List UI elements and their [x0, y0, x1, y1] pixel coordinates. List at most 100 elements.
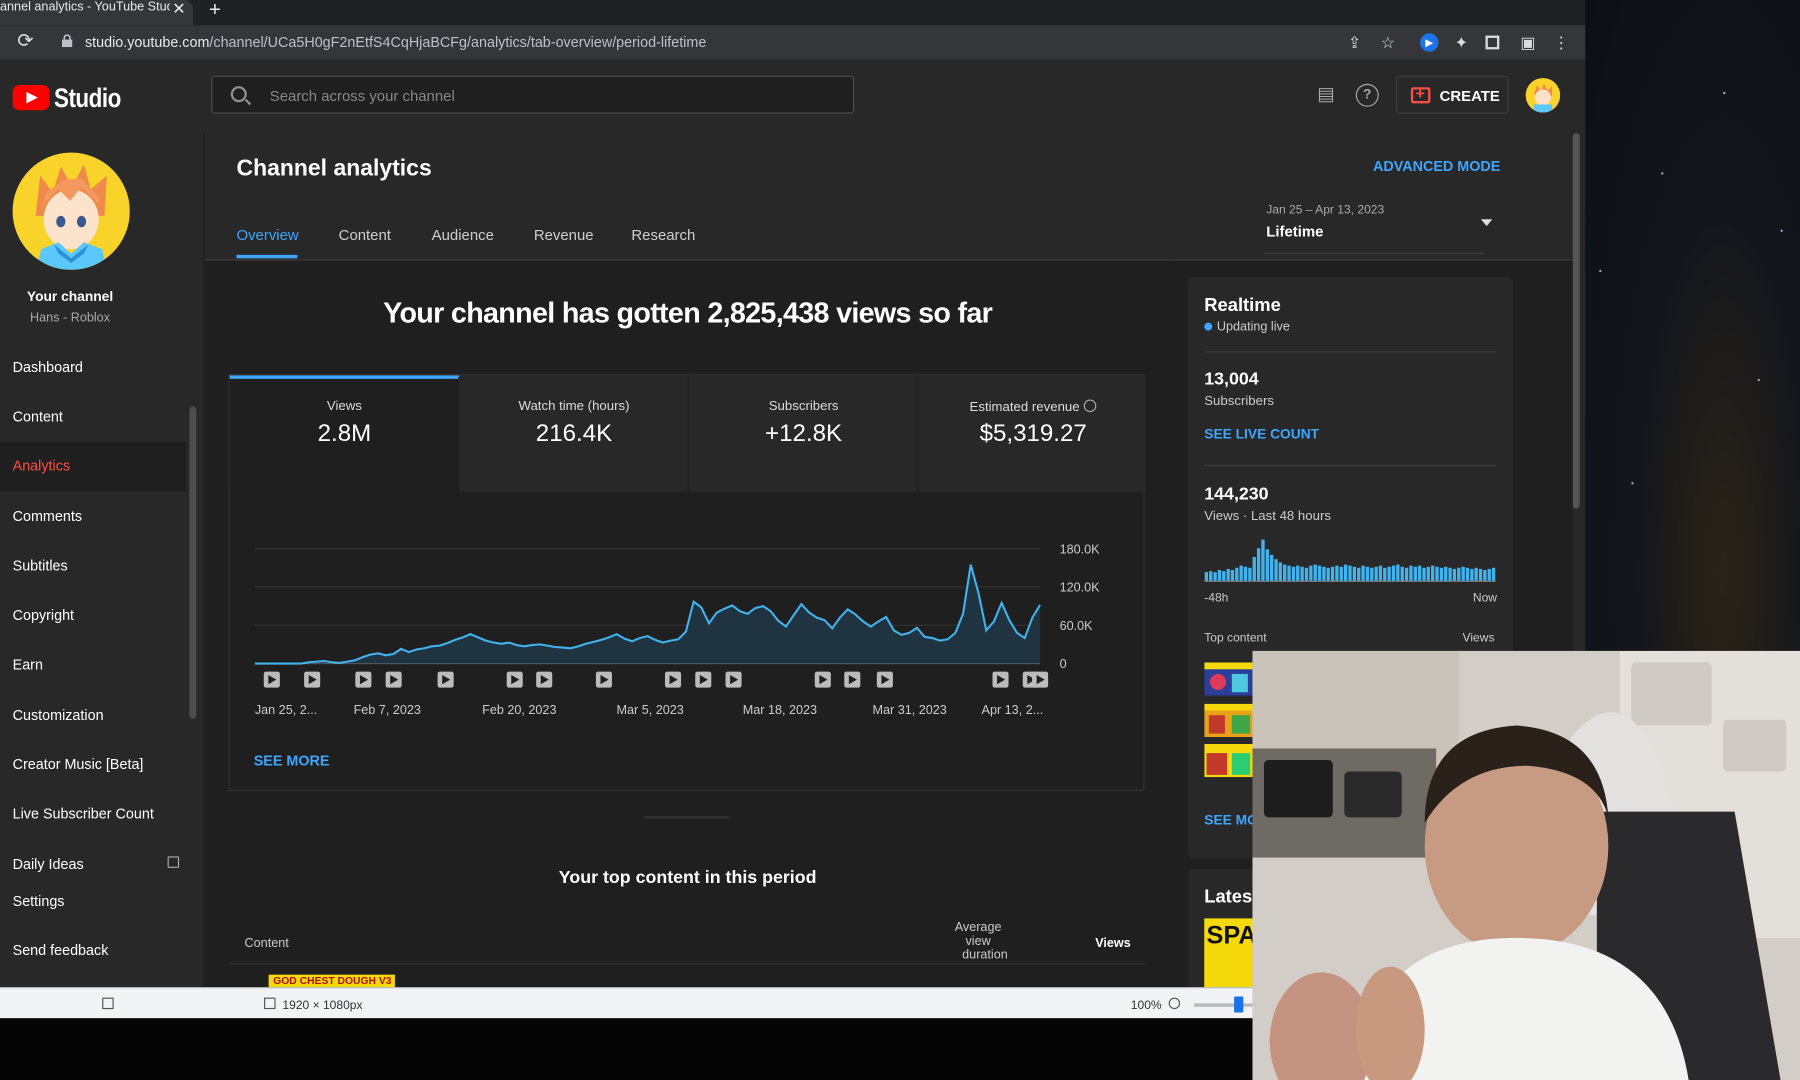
close-icon[interactable]: ✕ [172, 0, 185, 18]
realtime-bar[interactable] [1444, 566, 1448, 581]
realtime-bar[interactable] [1274, 559, 1278, 581]
studio-logo[interactable]: Studio [12, 83, 151, 113]
realtime-bar[interactable] [1383, 567, 1387, 581]
sidebar-item-customization[interactable]: Customization [0, 691, 186, 740]
sidebar-item-settings[interactable]: Settings [0, 877, 186, 926]
realtime-bar[interactable] [1387, 566, 1391, 581]
realtime-bar[interactable] [1339, 566, 1343, 581]
realtime-bar[interactable] [1452, 568, 1457, 581]
realtime-bar[interactable] [1461, 566, 1465, 581]
realtime-bar[interactable] [1470, 568, 1474, 581]
realtime-bar[interactable] [1361, 565, 1365, 581]
realtime-bar[interactable] [1261, 539, 1265, 581]
realtime-bar[interactable] [1426, 566, 1430, 581]
realtime-bar[interactable] [1409, 565, 1413, 581]
realtime-bar[interactable] [1430, 565, 1435, 581]
realtime-bar[interactable] [1348, 565, 1352, 581]
realtime-bar[interactable] [1422, 567, 1426, 581]
realtime-bar[interactable] [1248, 567, 1252, 581]
realtime-bar[interactable] [1413, 566, 1417, 581]
help-icon[interactable]: ? [1355, 83, 1379, 107]
realtime-bar[interactable] [1239, 565, 1243, 581]
url-field[interactable]: studio.youtube.com/channel/UCa5H0gF2nEtf… [85, 34, 706, 50]
tab-overview[interactable]: Overview [236, 226, 298, 243]
tab-content[interactable]: Content [339, 226, 391, 243]
realtime-bar[interactable] [1357, 567, 1361, 581]
see-more-button[interactable]: SEE MORE [254, 753, 330, 769]
realtime-bar[interactable] [1252, 557, 1256, 581]
realtime-bar[interactable] [1439, 567, 1444, 581]
realtime-bar[interactable] [1291, 566, 1296, 581]
sidebar-item-analytics[interactable]: Analytics [0, 441, 186, 492]
realtime-bar[interactable] [1313, 564, 1317, 581]
realtime-bar[interactable] [1335, 565, 1339, 581]
create-button[interactable]: CREATE [1395, 75, 1509, 114]
realtime-bar[interactable] [1374, 566, 1378, 581]
advanced-mode-button[interactable]: ADVANCED MODE [1373, 158, 1500, 174]
realtime-bar[interactable] [1322, 566, 1326, 581]
extension-icon[interactable]: ▶ [1420, 33, 1439, 52]
metric-estimated-revenue[interactable]: Estimated revenue $5,319.27 [918, 375, 1146, 492]
menu-icon[interactable]: ⋮ [1552, 33, 1570, 51]
realtime-bar[interactable] [1465, 567, 1470, 581]
realtime-bar[interactable] [1365, 566, 1370, 581]
realtime-bar[interactable] [1265, 549, 1269, 581]
video-thumbnail[interactable]: GOD CHEST DOUGH V3 [268, 974, 395, 988]
reload-icon[interactable]: ⟳ [17, 30, 33, 53]
star-icon[interactable]: ☆ [1379, 33, 1397, 51]
realtime-bar[interactable] [1209, 571, 1213, 581]
realtime-bar[interactable] [1283, 564, 1287, 581]
channel-avatar[interactable] [12, 152, 130, 270]
sidebar-item-live-subscriber-count[interactable]: Live Subscriber Count [0, 790, 186, 839]
realtime-bar[interactable] [1378, 565, 1383, 581]
realtime-bar[interactable] [1343, 564, 1348, 581]
realtime-bar[interactable] [1204, 572, 1209, 581]
zoom-out-icon[interactable] [1168, 997, 1181, 1010]
browser-tab[interactable]: annel analytics - YouTube Studio ✕ [0, 0, 193, 26]
sidebar-item-send-feedback[interactable]: Send feedback [0, 926, 186, 975]
realtime-bar[interactable] [1217, 569, 1222, 581]
zoom-slider-knob[interactable] [1234, 996, 1244, 1013]
video-thumbnail[interactable] [1204, 703, 1255, 738]
sidebar-item-creator-music[interactable]: Creator Music [Beta] [0, 740, 186, 789]
sidepanel-icon[interactable] [1485, 35, 1500, 50]
see-live-count-button[interactable]: SEE LIVE COUNT [1204, 426, 1319, 442]
search-box[interactable] [211, 75, 855, 114]
sidebar-item-content[interactable]: Content [0, 393, 186, 442]
realtime-bar[interactable] [1300, 566, 1304, 581]
realtime-bar[interactable] [1213, 572, 1217, 581]
sidebar-item-dashboard[interactable]: Dashboard [0, 343, 186, 392]
video-thumbnail[interactable] [1204, 743, 1255, 778]
puzzle-icon[interactable]: ✦ [1452, 33, 1470, 51]
main-scrollbar[interactable] [1572, 133, 1580, 509]
profile-icon[interactable]: ▣ [1519, 33, 1537, 51]
realtime-bar[interactable] [1478, 568, 1483, 581]
realtime-bar[interactable] [1330, 566, 1335, 581]
realtime-bar[interactable] [1256, 548, 1261, 581]
tab-audience[interactable]: Audience [432, 226, 494, 243]
realtime-bar[interactable] [1400, 566, 1404, 581]
realtime-bar[interactable] [1309, 565, 1313, 581]
sidebar-item-copyright[interactable]: Copyright [0, 591, 186, 640]
realtime-bar[interactable] [1243, 566, 1248, 581]
realtime-bar[interactable] [1278, 562, 1282, 581]
realtime-bar[interactable] [1270, 554, 1274, 581]
metric-subscribers[interactable]: Subscribers +12.8K [688, 375, 919, 492]
realtime-bar[interactable] [1304, 567, 1309, 581]
realtime-bar[interactable] [1474, 567, 1478, 581]
realtime-bar[interactable] [1404, 567, 1409, 581]
column-header-avg-view-duration[interactable]: Average view duration [941, 921, 1014, 962]
realtime-bar[interactable] [1457, 567, 1461, 581]
column-header-views[interactable]: Views [1095, 937, 1131, 951]
realtime-bar[interactable] [1317, 565, 1322, 581]
search-input[interactable] [269, 84, 821, 106]
tab-research[interactable]: Research [631, 226, 695, 243]
sidebar-item-subtitles[interactable]: Subtitles [0, 542, 186, 591]
sidebar-item-comments[interactable]: Comments [0, 492, 186, 541]
realtime-bar[interactable] [1326, 567, 1330, 581]
realtime-bar[interactable] [1370, 567, 1374, 581]
realtime-bar[interactable] [1435, 566, 1439, 581]
realtime-bar[interactable] [1448, 567, 1452, 581]
share-icon[interactable]: ⇪ [1345, 33, 1363, 51]
realtime-bar[interactable] [1296, 565, 1300, 581]
